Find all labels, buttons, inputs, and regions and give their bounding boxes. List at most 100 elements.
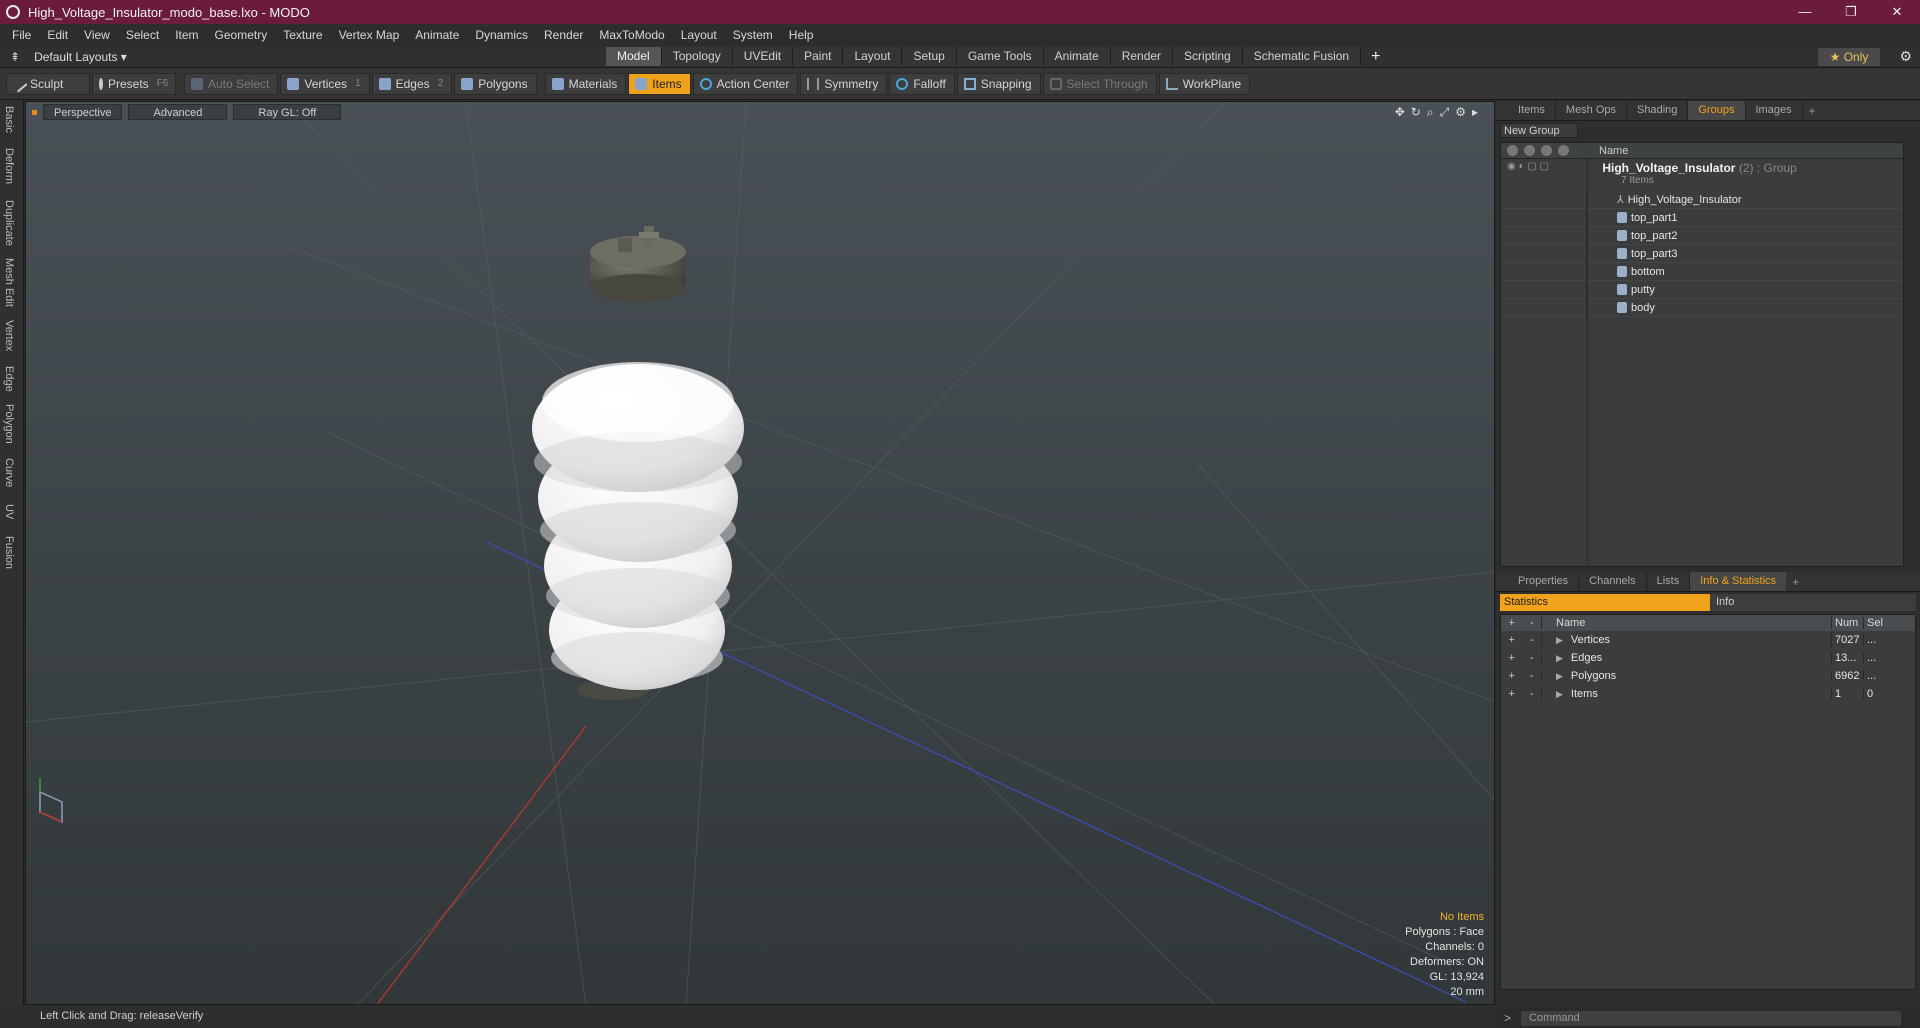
snapping-button[interactable]: Snapping	[956, 72, 1041, 95]
items-button[interactable]: Items	[628, 72, 691, 95]
tab-deform[interactable]: Deform	[3, 148, 15, 184]
only-toggle[interactable]: ★ Only	[1818, 48, 1880, 66]
tab-model[interactable]: Model	[606, 47, 662, 66]
tab-shading[interactable]: Shading	[1627, 101, 1689, 120]
table-row[interactable]: + - ▶ Vertices 7027 ...	[1501, 631, 1915, 649]
menu-geometry[interactable]: Geometry	[207, 28, 276, 42]
tab-info-statistics[interactable]: Info & Statistics	[1690, 572, 1787, 591]
tree-row-locator[interactable]: ⅄ High_Voltage_Insulator	[1501, 190, 1903, 209]
tab-setup[interactable]: Setup	[902, 47, 957, 66]
symmetry-button[interactable]: Symmetry	[800, 72, 888, 95]
table-row[interactable]: + - ▶ Polygons 6962 ...	[1501, 667, 1915, 685]
tab-channels[interactable]: Channels	[1579, 572, 1647, 591]
group-row[interactable]: ◉ ◐ ▢ ▢ High_Voltage_Insulator (2) : Gro…	[1501, 159, 1903, 191]
view-type-dropdown[interactable]: Perspective	[43, 104, 123, 120]
statistics-subtab[interactable]: Statistics	[1500, 594, 1710, 611]
presets-button[interactable]: Presets F6	[92, 72, 176, 95]
table-row[interactable]: + - ▶ Edges 13... ...	[1501, 649, 1915, 667]
menu-select[interactable]: Select	[118, 28, 167, 42]
shading-dropdown[interactable]: Advanced	[128, 104, 228, 120]
move-view-icon[interactable]: ✥	[1395, 105, 1405, 120]
tab-items[interactable]: Items	[1508, 101, 1556, 120]
tab-schematic-fusion[interactable]: Schematic Fusion	[1242, 47, 1362, 66]
tab-uvedit[interactable]: UVEdit	[732, 47, 794, 66]
tree-row-top-part2[interactable]: top_part2	[1501, 226, 1903, 245]
layout-menu-icon[interactable]: ⇞	[10, 50, 20, 64]
select-column-icon[interactable]	[1558, 145, 1569, 156]
tab-polygon[interactable]: Polygon	[3, 404, 15, 444]
tab-render[interactable]: Render	[1110, 47, 1174, 66]
tab-lists[interactable]: Lists	[1647, 572, 1691, 591]
close-button[interactable]: ✕	[1874, 4, 1920, 20]
menu-file[interactable]: File	[4, 28, 39, 42]
tab-curve[interactable]: Curve	[3, 458, 15, 487]
tab-properties[interactable]: Properties	[1508, 572, 1580, 591]
expand-arrow-icon[interactable]: ▶	[1556, 689, 1563, 699]
new-group-button[interactable]: New Group	[1500, 123, 1578, 138]
add-stats-tab-button[interactable]: +	[1786, 575, 1805, 589]
viewport-menu-icon[interactable]	[32, 109, 37, 115]
fit-view-icon[interactable]: ⤢	[1440, 105, 1450, 120]
3d-viewport[interactable]: Perspective Advanced Ray GL: Off ✥ ↻ ⌕ ⤢…	[25, 101, 1495, 1005]
maximize-button[interactable]: ❐	[1828, 4, 1874, 20]
tab-mesh-edit[interactable]: Mesh Edit	[3, 258, 15, 307]
menu-dynamics[interactable]: Dynamics	[467, 28, 536, 42]
action-center-button[interactable]: Action Center	[692, 72, 799, 95]
tab-game-tools[interactable]: Game Tools	[956, 47, 1044, 66]
menu-layout[interactable]: Layout	[673, 28, 725, 42]
menu-system[interactable]: System	[725, 28, 781, 42]
expand-all-button[interactable]: +	[1508, 617, 1514, 629]
edges-button[interactable]: Edges 2	[371, 72, 453, 95]
menu-item[interactable]: Item	[167, 28, 206, 42]
menu-vertex-map[interactable]: Vertex Map	[331, 28, 408, 42]
visibility-column-icon[interactable]	[1507, 145, 1518, 156]
tree-row-top-part1[interactable]: top_part1	[1501, 208, 1903, 227]
lock-column-icon[interactable]	[1541, 145, 1552, 156]
collapse-all-button[interactable]: -	[1530, 617, 1534, 629]
tree-row-putty[interactable]: putty	[1501, 280, 1903, 299]
render-column-icon[interactable]	[1524, 145, 1535, 156]
falloff-button[interactable]: Falloff	[889, 72, 955, 95]
sculpt-button[interactable]: Sculpt	[6, 72, 90, 95]
command-input[interactable]: Command	[1521, 1010, 1902, 1026]
tab-edge[interactable]: Edge	[3, 366, 15, 392]
tab-images[interactable]: Images	[1746, 101, 1803, 120]
select-through-button[interactable]: Select Through	[1042, 72, 1157, 95]
zoom-view-icon[interactable]: ⌕	[1427, 105, 1434, 120]
add-tab-button[interactable]: +	[1361, 48, 1390, 66]
materials-button[interactable]: Materials	[544, 72, 627, 95]
auto-select-button[interactable]: Auto Select	[184, 72, 279, 95]
tab-scripting[interactable]: Scripting	[1173, 47, 1243, 66]
expand-arrow-icon[interactable]: ▶	[1556, 671, 1563, 681]
menu-render[interactable]: Render	[536, 28, 591, 42]
menu-texture[interactable]: Texture	[275, 28, 330, 42]
tab-duplicate[interactable]: Duplicate	[3, 200, 15, 246]
rotate-view-icon[interactable]: ↻	[1411, 105, 1421, 120]
raygl-dropdown[interactable]: Ray GL: Off	[233, 104, 342, 120]
add-panel-tab-button[interactable]: +	[1803, 104, 1822, 118]
vertices-button[interactable]: Vertices 1	[280, 72, 370, 95]
workplane-button[interactable]: WorkPlane	[1158, 72, 1251, 95]
menu-animate[interactable]: Animate	[407, 28, 467, 42]
gear-icon[interactable]: ⚙	[1899, 48, 1912, 65]
tab-uv[interactable]: UV	[3, 504, 15, 519]
tab-animate[interactable]: Animate	[1043, 47, 1111, 66]
tab-vertex[interactable]: Vertex	[3, 320, 15, 351]
eye-icon[interactable]: ◉ ◐ ▢ ▢	[1501, 161, 1587, 172]
polygons-button[interactable]: Polygons	[454, 72, 537, 95]
menu-edit[interactable]: Edit	[39, 28, 76, 42]
tab-groups[interactable]: Groups	[1688, 101, 1746, 120]
menu-help[interactable]: Help	[781, 28, 822, 42]
menu-view[interactable]: View	[76, 28, 118, 42]
tab-basic[interactable]: Basic	[3, 106, 15, 133]
minimize-button[interactable]: —	[1782, 4, 1828, 20]
tab-topology[interactable]: Topology	[661, 47, 733, 66]
info-subtab[interactable]: Info	[1710, 594, 1916, 611]
insulator-model[interactable]	[532, 226, 744, 700]
tab-paint[interactable]: Paint	[793, 47, 844, 66]
tab-mesh-ops[interactable]: Mesh Ops	[1556, 101, 1628, 120]
menu-maxtomodo[interactable]: MaxToModo	[591, 28, 672, 42]
viewport-settings-icon[interactable]: ⚙	[1455, 105, 1466, 120]
expand-arrow-icon[interactable]: ▶	[1556, 653, 1563, 663]
viewport-expand-icon[interactable]: ▸	[1472, 105, 1478, 120]
